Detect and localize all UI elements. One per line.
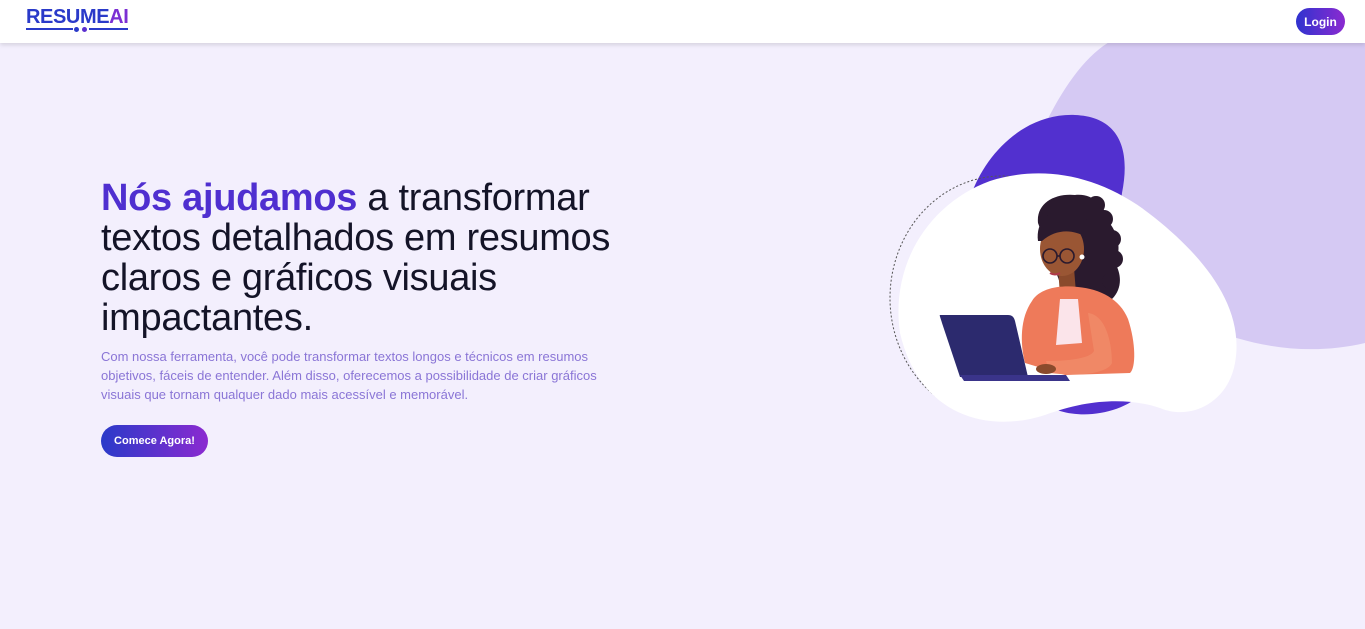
hero-headline-accent: Nós ajudamos bbox=[101, 177, 358, 219]
laptop-base bbox=[960, 375, 1070, 381]
logo-text-accent: AI bbox=[109, 6, 129, 28]
logo-dots-icon bbox=[73, 26, 89, 33]
logo-text-main: RESUME bbox=[26, 6, 110, 28]
hero-section: Nós ajudamos a transformar textos detalh… bbox=[0, 43, 1365, 629]
login-button[interactable]: Login bbox=[1296, 8, 1345, 35]
hero-headline: Nós ajudamos a transformar textos detalh… bbox=[101, 178, 661, 338]
hero-description: Com nossa ferramenta, você pode transfor… bbox=[101, 349, 597, 402]
resumeai-logo[interactable]: RESUMEAI bbox=[26, 7, 130, 33]
top-navbar: RESUMEAI Login bbox=[0, 0, 1365, 43]
logo-text: RESUMEAI bbox=[26, 7, 130, 27]
woman-with-laptop-illustration bbox=[889, 43, 1365, 422]
hero-illustration bbox=[860, 43, 1365, 473]
get-started-button[interactable]: Comece Agora! bbox=[101, 425, 208, 457]
